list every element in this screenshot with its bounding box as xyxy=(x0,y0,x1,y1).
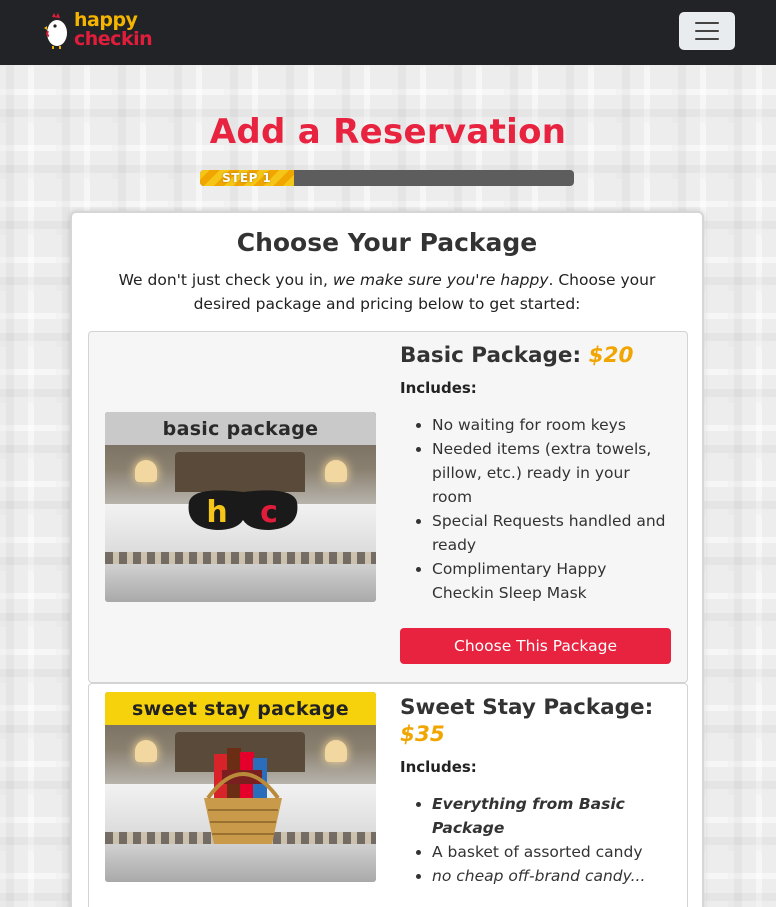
sleep-mask-icon: h c xyxy=(188,490,298,530)
list-item: Everything from Basic Package xyxy=(432,792,672,840)
step-progress: STEP 1 xyxy=(200,170,574,186)
sweet-stay-package-info: Sweet Stay Package: $35 Includes: Everyt… xyxy=(400,694,672,888)
sweet-includes-list: Everything from Basic Package A basket o… xyxy=(400,792,672,888)
basic-package-price: $20 xyxy=(588,343,634,368)
page-title: Add a Reservation xyxy=(209,112,567,152)
basic-image-banner: basic package xyxy=(105,412,376,445)
sweet-stay-package-name: Sweet Stay Package: $35 xyxy=(400,695,654,747)
step-progress-fill: STEP 1 xyxy=(200,170,294,186)
intro-plain: We don't just check you in, xyxy=(118,271,333,289)
basic-package: basic package h c Basic Package: $20 Inc… xyxy=(88,331,688,683)
navbar: happy checkin xyxy=(0,0,776,65)
happy-checkin-logo[interactable]: happy checkin xyxy=(44,11,184,53)
package-card: Choose Your Package We don't just check … xyxy=(70,211,704,907)
hamburger-icon xyxy=(695,22,719,40)
sweet-stay-package-price: $35 xyxy=(400,722,445,747)
list-item: Special Requests handled and ready xyxy=(432,509,672,557)
list-item: A basket of assorted candy xyxy=(432,840,672,864)
list-item: No waiting for room keys xyxy=(432,413,672,437)
choose-basic-package-button[interactable]: Choose This Package xyxy=(400,628,671,664)
basic-package-info: Basic Package: $20 Includes: No waiting … xyxy=(400,342,672,605)
card-intro: We don't just check you in, we make sure… xyxy=(102,268,672,316)
basic-includes-label: Includes: xyxy=(400,379,477,397)
list-item: Needed items (extra towels, pillow, etc.… xyxy=(432,437,672,509)
menu-toggle-button[interactable] xyxy=(679,12,735,50)
card-title: Choose Your Package xyxy=(236,228,538,257)
candy-basket-icon xyxy=(204,748,282,844)
list-item: no cheap off-brand candy... xyxy=(432,864,672,888)
sweet-includes-label: Includes: xyxy=(400,758,477,776)
mask-letter-h: h xyxy=(206,495,227,530)
mask-letter-c: c xyxy=(260,495,278,530)
sweet-stay-package-image: sweet stay package xyxy=(105,692,376,882)
logo-text-checkin: checkin xyxy=(74,28,153,50)
basic-package-name: Basic Package: $20 xyxy=(400,343,634,368)
rooster-icon xyxy=(44,13,67,49)
sweet-stay-package: sweet stay package Sweet Stay Package: $… xyxy=(88,683,688,907)
basic-includes-list: No waiting for room keys Needed items (e… xyxy=(400,413,672,605)
sweet-image-banner: sweet stay package xyxy=(105,692,376,725)
intro-emphasis: we make sure you're happy xyxy=(332,271,549,289)
basic-package-image: basic package h c xyxy=(105,412,376,602)
list-item: Complimentary Happy Checkin Sleep Mask xyxy=(432,557,672,605)
